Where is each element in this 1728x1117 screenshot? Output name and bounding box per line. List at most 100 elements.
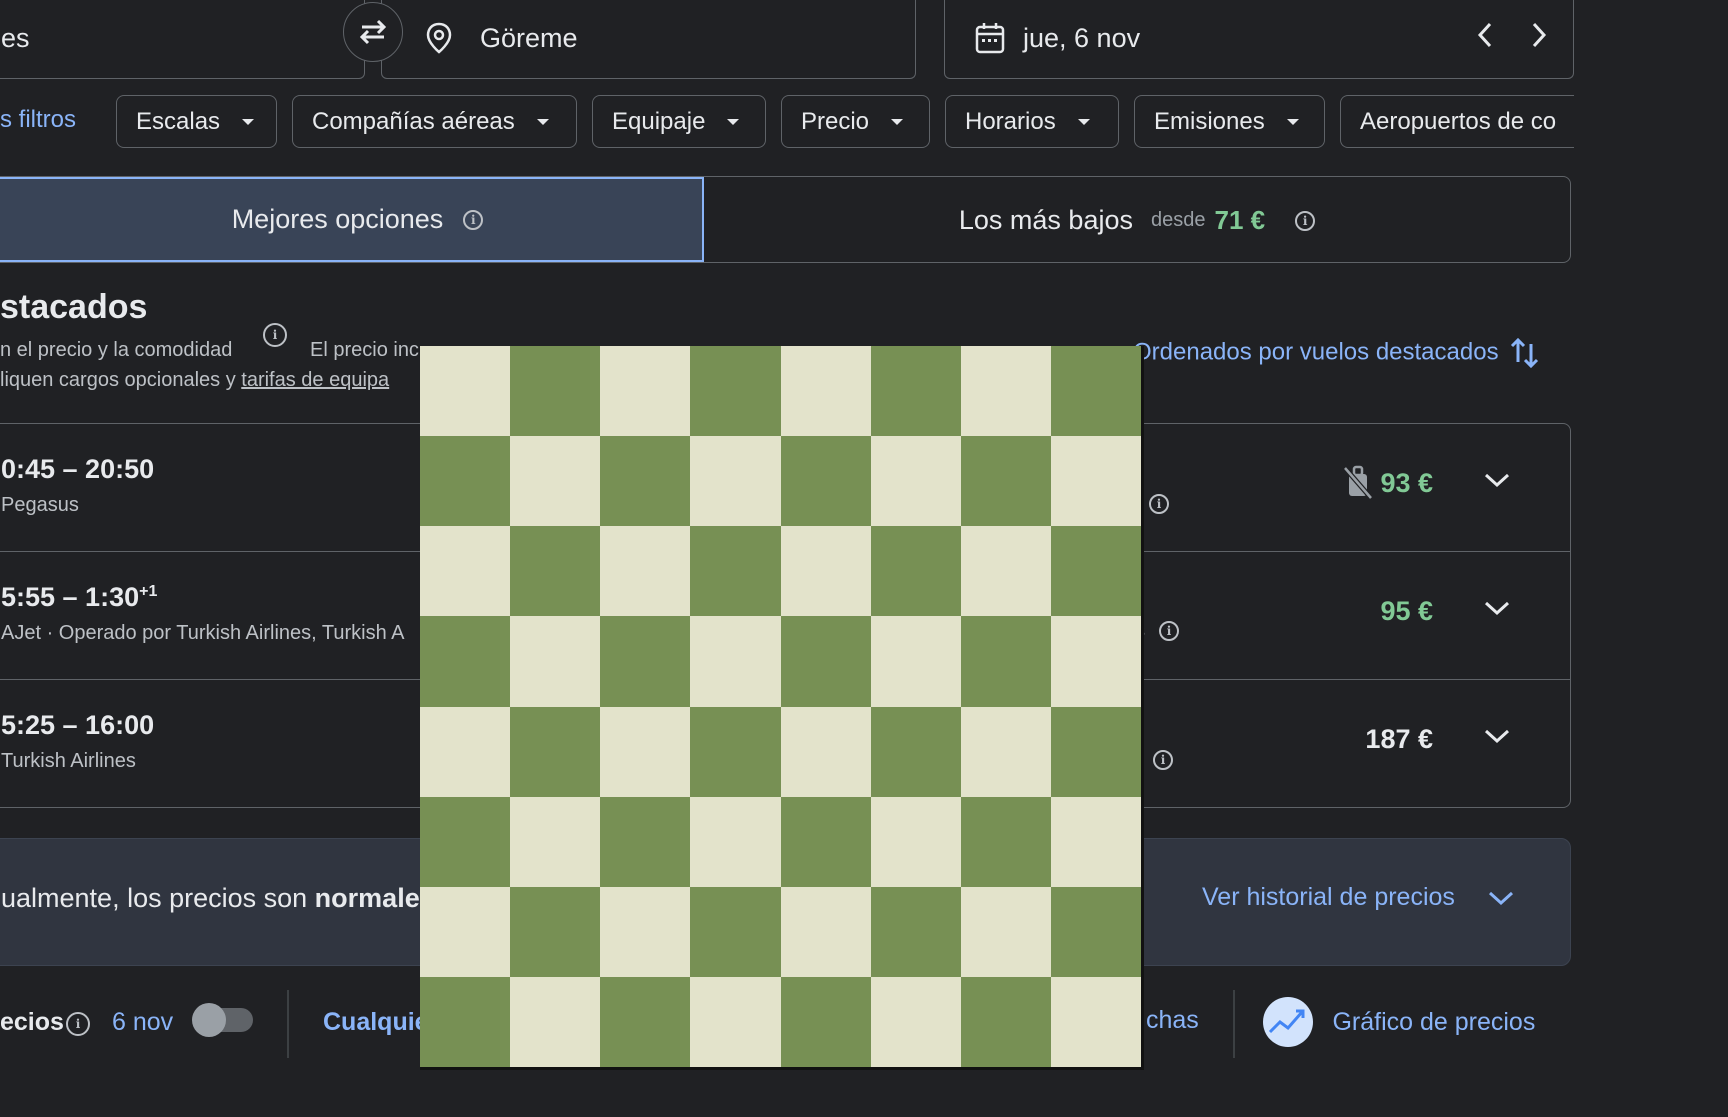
board-square-light <box>780 346 871 437</box>
next-day-indicator: +1 <box>139 583 158 600</box>
origin-field[interactable]: es <box>0 0 365 79</box>
calendar-icon <box>975 23 1005 54</box>
filter-chip-price[interactable]: Precio <box>781 95 930 148</box>
board-square-light <box>690 976 781 1067</box>
board-square-dark <box>600 976 691 1067</box>
board-square-dark <box>420 616 511 707</box>
date-field[interactable]: jue, 6 nov <box>944 0 1574 79</box>
chevron-down-icon[interactable] <box>1484 728 1510 744</box>
board-square-dark <box>870 346 961 437</box>
board-square-light <box>420 526 511 617</box>
board-square-light <box>870 436 961 527</box>
info-icon[interactable]: i <box>1159 621 1179 641</box>
chip-label: Horarios <box>965 107 1056 135</box>
filter-chip-airlines[interactable]: Compañías aéreas <box>292 95 577 148</box>
prev-date-button[interactable] <box>1477 22 1493 53</box>
dates-grid-link[interactable]: chas <box>1146 1006 1199 1035</box>
chevron-down-icon[interactable] <box>1484 600 1510 616</box>
board-square-dark <box>780 436 871 527</box>
board-square-dark <box>510 346 601 437</box>
filter-chip-emissions[interactable]: Emisiones <box>1134 95 1325 148</box>
caret-down-icon <box>536 118 549 125</box>
board-square-dark <box>420 436 511 527</box>
filter-chip-baggage[interactable]: Equipaje <box>592 95 766 148</box>
tab-lowest-price[interactable]: Los más bajos desde 71 € i <box>704 177 1570 262</box>
board-square-light <box>600 706 691 797</box>
chip-label: Aeropuertos de co <box>1360 107 1557 135</box>
swap-arrows-icon <box>359 19 387 45</box>
time-range: 0:45 – 20:50 <box>1 454 155 484</box>
airline-name: AJet · Operado por Turkish Airlines, Tur… <box>1 622 405 644</box>
board-square-dark <box>600 616 691 707</box>
board-square-dark <box>600 436 691 527</box>
board-square-dark <box>870 886 961 977</box>
chevron-down-icon[interactable] <box>1484 472 1510 488</box>
from-label: desde <box>1150 209 1206 231</box>
section-subtitle: n el precio y la comodidad <box>0 339 233 361</box>
board-square-light <box>1050 436 1141 527</box>
price-graph-icon <box>1263 997 1313 1047</box>
chevron-right-icon <box>1532 22 1547 48</box>
board-square-dark <box>780 796 871 887</box>
board-square-light <box>690 436 781 527</box>
board-square-light <box>960 526 1051 617</box>
board-square-dark <box>960 436 1051 527</box>
sort-button[interactable]: Ordenados por vuelos destacados <box>1133 336 1541 370</box>
info-icon[interactable]: i <box>1153 750 1173 770</box>
board-square-light <box>1050 616 1141 707</box>
info-icon[interactable]: i <box>1295 210 1316 231</box>
caret-down-icon <box>242 118 255 125</box>
section-title: stacados <box>0 288 148 326</box>
filter-chip-stops[interactable]: Escalas <box>116 95 277 148</box>
sort-label: Ordenados por vuelos destacados <box>1133 338 1499 366</box>
chip-label: Emisiones <box>1154 107 1265 135</box>
destination-field[interactable]: Göreme <box>381 0 916 79</box>
swap-button[interactable] <box>343 2 403 62</box>
next-date-button[interactable] <box>1531 22 1547 53</box>
flight-price: 95 € <box>1380 596 1433 626</box>
caret-down-icon <box>891 118 904 125</box>
board-square-dark <box>420 976 511 1067</box>
section-subtitle-2: liquen cargos opcionales y tarifas de eq… <box>0 369 389 392</box>
sort-tabs: Mejores opciones i Los más bajos desde 7… <box>0 176 1571 263</box>
tab-best-options[interactable]: Mejores opciones i <box>0 177 704 262</box>
info-icon[interactable]: i <box>66 1012 90 1036</box>
flight-times: 0:45 – 20:50 <box>1 454 154 485</box>
board-square-light <box>600 346 691 437</box>
board-square-light <box>600 526 691 617</box>
board-square-dark <box>1050 526 1141 617</box>
board-square-light <box>960 886 1051 977</box>
caret-down-icon <box>1077 118 1090 125</box>
board-square-light <box>420 886 511 977</box>
info-icon[interactable]: i <box>263 323 287 347</box>
board-square-dark <box>1050 706 1141 797</box>
board-square-dark <box>780 616 871 707</box>
board-square-light <box>600 886 691 977</box>
board-square-dark <box>1050 346 1141 437</box>
board-square-dark <box>510 526 601 617</box>
insight-bold: normale <box>314 883 420 913</box>
board-square-light <box>510 796 601 887</box>
board-square-dark <box>960 616 1051 707</box>
info-icon[interactable]: i <box>1149 494 1169 514</box>
chip-label: Equipaje <box>612 107 706 135</box>
origin-text: es <box>1 22 30 53</box>
board-square-dark <box>780 976 871 1067</box>
board-square-dark <box>1050 886 1141 977</box>
price-note: El precio inc <box>310 339 419 361</box>
price-history-button[interactable]: Ver historial de precios <box>1202 883 1514 912</box>
board-square-light <box>1050 976 1141 1067</box>
filter-chip-airports[interactable]: Aeropuertos de co <box>1340 95 1574 148</box>
board-square-light <box>960 346 1051 437</box>
flight-price: 187 € <box>1365 724 1433 754</box>
board-square-dark <box>600 796 691 887</box>
price-graph-button[interactable]: Gráfico de precios <box>1262 996 1535 1048</box>
location-pin-icon <box>426 22 452 54</box>
info-icon[interactable]: i <box>463 209 484 230</box>
baggage-fees-link[interactable]: tarifas de equipa <box>241 369 389 391</box>
all-filters-link[interactable]: s filtros <box>0 106 76 134</box>
any-dates-link[interactable]: Cualquie <box>323 1008 429 1037</box>
caret-down-icon <box>1286 118 1299 125</box>
filter-chip-times[interactable]: Horarios <box>945 95 1119 148</box>
board-square-light <box>510 976 601 1067</box>
